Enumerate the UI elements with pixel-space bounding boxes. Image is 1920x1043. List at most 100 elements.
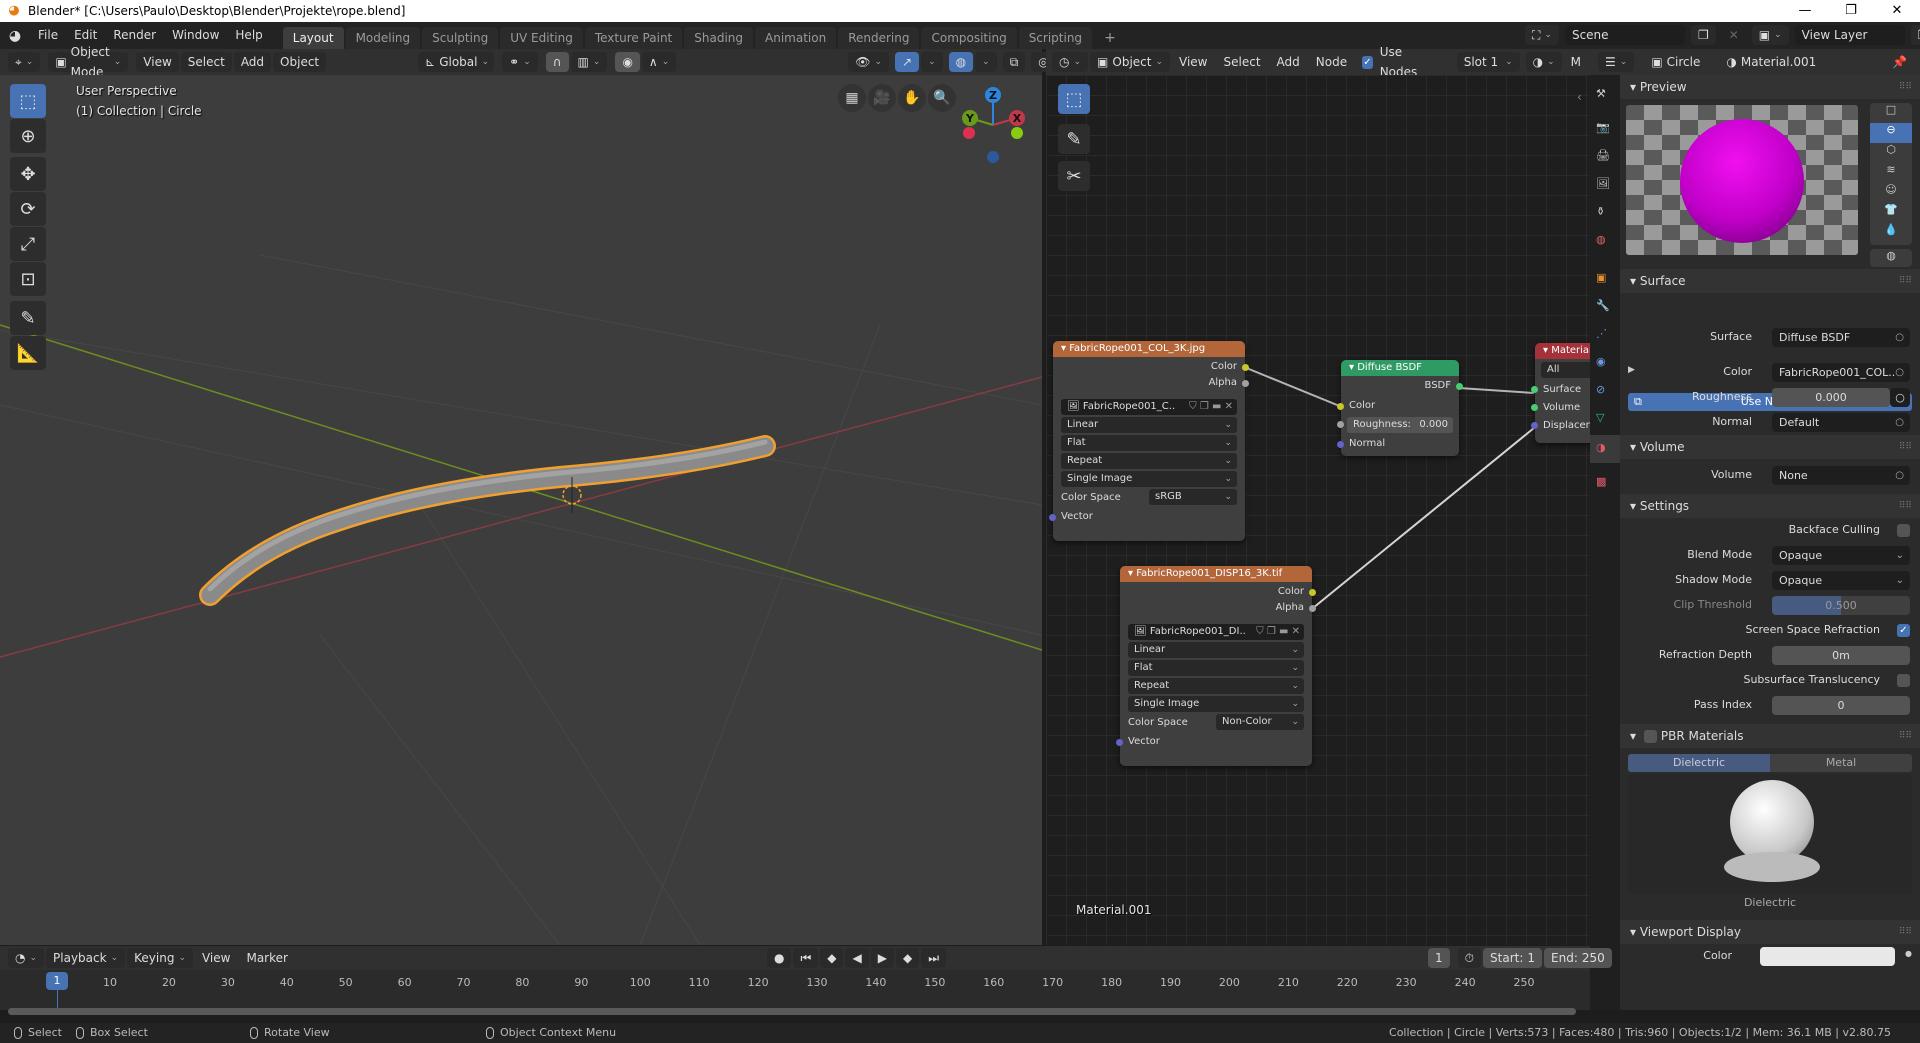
- toggle-grid-view-icon[interactable]: ▦: [838, 84, 866, 112]
- visibility-icon[interactable]: 👁 ⌄: [848, 52, 890, 72]
- viewport-menu-object[interactable]: Object: [273, 52, 327, 72]
- transform-tool[interactable]: ⊡: [10, 262, 46, 296]
- keyframe-dot-icon[interactable]: ●: [1905, 949, 1912, 958]
- vector-input-socket[interactable]: [1116, 739, 1123, 746]
- node-header[interactable]: ▾ FabricRope001_DISP16_3K.tif: [1120, 566, 1312, 582]
- displacement-input-socket[interactable]: [1531, 422, 1538, 429]
- image-texture-node-displacement[interactable]: ▾ FabricRope001_DISP16_3K.tif Color Alph…: [1116, 566, 1316, 766]
- playhead-frame[interactable]: 1: [46, 972, 68, 990]
- preview-sphere-icon[interactable]: ⊖: [1870, 123, 1912, 143]
- tab-shading[interactable]: Shading: [684, 27, 753, 49]
- use-nodes-checkbox[interactable]: ✓: [1362, 55, 1373, 69]
- pbr-preview[interactable]: [1628, 774, 1912, 894]
- tab-compositing[interactable]: Compositing: [921, 27, 1017, 49]
- annotate-tool[interactable]: ✎: [10, 301, 46, 335]
- extension-dropdown[interactable]: Repeat ⌄: [1061, 453, 1237, 469]
- volume-input-field[interactable]: None ○: [1772, 466, 1910, 485]
- tab-rendering[interactable]: Rendering: [838, 27, 920, 49]
- surface-shader-field[interactable]: Diffuse BSDF ○: [1772, 328, 1910, 347]
- pivot-icon[interactable]: ⚭ ⌄: [502, 52, 538, 72]
- tab-render-icon[interactable]: 📷: [1596, 121, 1610, 134]
- node-menu-node[interactable]: Node: [1309, 52, 1354, 72]
- alpha-output-socket[interactable]: [1309, 605, 1316, 612]
- material-name-truncated[interactable]: M: [1564, 52, 1588, 72]
- camera-view-icon[interactable]: 🎥: [868, 84, 896, 112]
- tab-scene-icon[interactable]: ⚱: [1596, 205, 1605, 218]
- view-layer-icon[interactable]: ▣ ⌄: [1751, 25, 1789, 45]
- minimize-button[interactable]: —: [1782, 0, 1828, 22]
- normal-input-socket[interactable]: [1337, 441, 1344, 448]
- node-header[interactable]: ▾ Diffuse BSDF: [1341, 360, 1459, 376]
- image-actions-icon[interactable]: ⛉ ❐ ▬ ✕: [1256, 624, 1300, 640]
- node-editor-type-icon[interactable]: ◷ ⌄: [1052, 52, 1089, 72]
- cursor-tool[interactable]: ⊕: [10, 119, 46, 153]
- breadcrumb-object[interactable]: ▣ Circle: [1644, 52, 1707, 72]
- new-scene-icon[interactable]: ❐: [1690, 25, 1716, 45]
- scene-field[interactable]: Scene: [1564, 25, 1685, 45]
- refraction-depth-field[interactable]: 0m: [1772, 646, 1910, 665]
- rotate-tool[interactable]: ⟳: [10, 192, 46, 226]
- tab-layout[interactable]: Layout: [282, 27, 344, 49]
- pass-index-field[interactable]: 0: [1772, 696, 1910, 715]
- panel-settings-header[interactable]: ▾ Settings ⠿⠿: [1620, 494, 1920, 518]
- timeline-scrollbar[interactable]: [8, 1008, 1576, 1015]
- tab-view-layer-icon[interactable]: 🖼: [1596, 177, 1610, 190]
- normal-input-field[interactable]: Default ○: [1772, 413, 1910, 432]
- roughness-field[interactable]: Roughness: 0.000: [1347, 417, 1453, 433]
- panel-surface-header[interactable]: ▾ Surface ⠿⠿: [1620, 269, 1920, 293]
- menu-window[interactable]: Window: [164, 22, 227, 49]
- panel-volume-header[interactable]: ▾ Volume ⠿⠿: [1620, 435, 1920, 459]
- preview-monkey-icon[interactable]: ☺: [1870, 183, 1912, 203]
- expand-color-icon[interactable]: ▶: [1628, 365, 1635, 375]
- pbr-tab-metal[interactable]: Metal: [1770, 754, 1912, 772]
- screen-space-refraction-checkbox[interactable]: ✓: [1897, 624, 1910, 637]
- tab-object-icon[interactable]: ▣: [1596, 271, 1606, 284]
- mode-selector[interactable]: ▣ Object Mode ⌄: [48, 45, 129, 79]
- source-dropdown[interactable]: Single Image ⌄: [1128, 696, 1304, 712]
- properties-editor-type-icon[interactable]: ☰ ⌄: [1598, 52, 1635, 72]
- measure-tool[interactable]: 📐: [10, 336, 46, 370]
- preview-world-icon[interactable]: ◍: [1870, 249, 1912, 267]
- tab-texture-paint[interactable]: Texture Paint: [584, 27, 683, 49]
- preview-flat-icon[interactable]: □: [1870, 103, 1912, 123]
- xray-toggle-icon[interactable]: ⧉: [1002, 52, 1026, 72]
- tab-output-icon[interactable]: 🖨: [1596, 149, 1610, 162]
- source-dropdown[interactable]: Single Image ⌄: [1061, 471, 1237, 487]
- projection-dropdown[interactable]: Flat ⌄: [1061, 435, 1237, 451]
- pbr-tab-dielectric[interactable]: Dielectric: [1628, 754, 1770, 772]
- roughness-link-icon[interactable]: ○: [1890, 388, 1910, 407]
- delete-scene-icon[interactable]: ✕: [1722, 25, 1746, 45]
- navigation-gizmo[interactable]: Z Y X: [955, 75, 1035, 175]
- scale-tool[interactable]: ⤢: [10, 227, 46, 261]
- tab-particles-icon[interactable]: ⋰: [1596, 327, 1607, 340]
- view-layer-field[interactable]: View Layer: [1794, 25, 1905, 45]
- tab-world-icon[interactable]: ◍: [1596, 233, 1606, 246]
- tab-tool-icon[interactable]: ⚒: [1596, 87, 1606, 100]
- backface-culling-checkbox[interactable]: [1897, 524, 1910, 537]
- bsdf-output-socket[interactable]: [1456, 383, 1463, 390]
- color-space-dropdown[interactable]: Non-Color ⌄: [1216, 714, 1304, 730]
- move-tool[interactable]: ✥: [10, 157, 46, 191]
- proportional-edit-icon[interactable]: ◉: [615, 52, 640, 72]
- color-input-field[interactable]: FabricRope001_COL.. ○: [1772, 363, 1910, 382]
- orientation-selector[interactable]: ⊾ Global ⌄: [418, 52, 495, 72]
- vector-input-socket[interactable]: [1049, 514, 1056, 521]
- preview-cube-icon[interactable]: ⬡: [1870, 143, 1912, 163]
- preview-fluid-icon[interactable]: 💧: [1870, 223, 1912, 243]
- falloff-icon[interactable]: ∧ ⌄: [641, 52, 677, 72]
- menu-file[interactable]: File: [30, 22, 66, 49]
- material-output-node[interactable]: ▾ Material All Surface Volume Displacen: [1531, 343, 1590, 443]
- menu-help[interactable]: Help: [227, 22, 270, 49]
- projection-dropdown[interactable]: Flat ⌄: [1128, 660, 1304, 676]
- close-button[interactable]: ✕: [1874, 0, 1920, 22]
- preview-cloth-icon[interactable]: 👕: [1870, 203, 1912, 223]
- slot-selector[interactable]: Slot 1 ⌄: [1456, 52, 1520, 72]
- image-texture-node-color[interactable]: ▾ FabricRope001_COL_3K.jpg Color Alpha 🖼…: [1049, 341, 1249, 541]
- pin-icon[interactable]: 📌: [1885, 52, 1914, 72]
- tab-modeling[interactable]: Modeling: [345, 27, 421, 49]
- timeline-ruler[interactable]: 10 20 30 40 50 60 70 80 90 100 110 120 130 140 150 160 1…: [0, 946, 1590, 1010]
- snap-icon[interactable]: ∩: [545, 52, 569, 72]
- add-workspace-button[interactable]: +: [1094, 27, 1126, 49]
- panel-pbr-header[interactable]: ▾ PBR Materials ⠿⠿: [1620, 724, 1920, 748]
- sidebar-toggle-icon[interactable]: ‹: [1577, 90, 1582, 104]
